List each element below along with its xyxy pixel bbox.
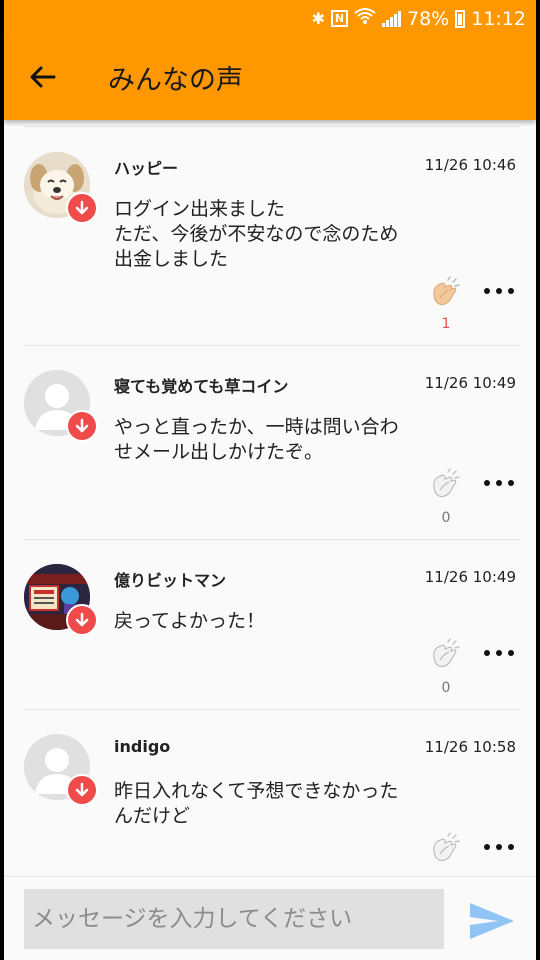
wifi-icon xyxy=(354,7,376,30)
post-time: 11/26 10:46 xyxy=(424,156,516,174)
download-badge xyxy=(66,192,98,224)
divider xyxy=(24,126,520,127)
download-badge xyxy=(66,774,98,806)
post-message: やっと直ったか、一時は問い合わ せメール出しかけたぞ。 xyxy=(114,416,399,463)
clap-count: 0 xyxy=(441,510,451,526)
arrow-back-icon xyxy=(30,66,56,88)
more-options-button[interactable] xyxy=(484,283,514,299)
nfc-icon: N xyxy=(331,10,348,27)
clap-button[interactable] xyxy=(428,830,464,866)
comment-feed[interactable]: ハッピー 11/26 10:46 ログイン出来ました ただ、今後が不安なので念の… xyxy=(4,120,536,876)
download-badge xyxy=(66,604,98,636)
message-composer xyxy=(4,876,536,960)
post-author: indigo xyxy=(114,737,171,756)
clapping-hands-icon xyxy=(433,468,460,497)
post-item: 寝ても覚めても草コイン 11/26 10:49 やっと直ったか、一時は問い合わ … xyxy=(4,346,536,540)
post-message: 昨日入れなくて予想できなかった んだけど xyxy=(114,780,399,827)
post-item: indigo 11/26 10:58 昨日入れなくて予想できなかった んだけど xyxy=(4,710,536,876)
clap-button[interactable] xyxy=(428,466,464,502)
arrow-down-icon xyxy=(75,612,89,627)
post-author: 億りビットマン xyxy=(114,571,227,590)
post-message: ログイン出来ました ただ、今後が不安なので念のため 出金しました xyxy=(114,198,399,270)
status-time: 11:12 xyxy=(471,7,526,30)
page-title: みんなの声 xyxy=(108,65,243,96)
app-screen: ✱ N 78% 11:12 みんなの声 ハッピー 11/26 10:46 ログイ… xyxy=(4,0,536,960)
more-options-button[interactable] xyxy=(484,839,514,855)
status-bar: ✱ N 78% 11:12 xyxy=(4,0,536,38)
clapping-hands-icon xyxy=(433,832,460,861)
clap-button[interactable] xyxy=(428,274,464,310)
clapping-hands-icon xyxy=(433,638,460,667)
send-icon xyxy=(470,903,514,939)
arrow-down-icon xyxy=(75,200,89,215)
post-item: ハッピー 11/26 10:46 ログイン出来ました ただ、今後が不安なので念の… xyxy=(4,128,536,346)
post-message: 戻ってよかった！ xyxy=(114,610,266,632)
clapping-hands-icon xyxy=(433,276,460,305)
signal-icon xyxy=(382,10,401,27)
more-options-button[interactable] xyxy=(484,475,514,491)
arrow-down-icon xyxy=(75,418,89,433)
post-author: ハッピー xyxy=(114,159,179,178)
app-bar: みんなの声 xyxy=(4,38,536,120)
bluetooth-icon: ✱ xyxy=(311,8,325,28)
send-button[interactable] xyxy=(468,899,516,943)
post-time: 11/26 10:49 xyxy=(424,374,516,392)
clap-count: 0 xyxy=(441,680,451,696)
post-item: 億りビットマン 11/26 10:49 戻ってよかった！ 0 xyxy=(4,540,536,710)
post-time: 11/26 10:58 xyxy=(424,738,516,756)
download-badge xyxy=(66,410,98,442)
post-time: 11/26 10:49 xyxy=(424,568,516,586)
back-button[interactable] xyxy=(26,60,60,94)
message-input[interactable] xyxy=(24,889,444,949)
post-author: 寝ても覚めても草コイン xyxy=(114,377,289,396)
clap-count: 1 xyxy=(441,316,451,332)
battery-icon xyxy=(455,9,466,28)
more-options-button[interactable] xyxy=(484,645,514,661)
battery-percent: 78% xyxy=(407,7,450,30)
clap-button[interactable] xyxy=(428,636,464,672)
arrow-down-icon xyxy=(75,782,89,797)
